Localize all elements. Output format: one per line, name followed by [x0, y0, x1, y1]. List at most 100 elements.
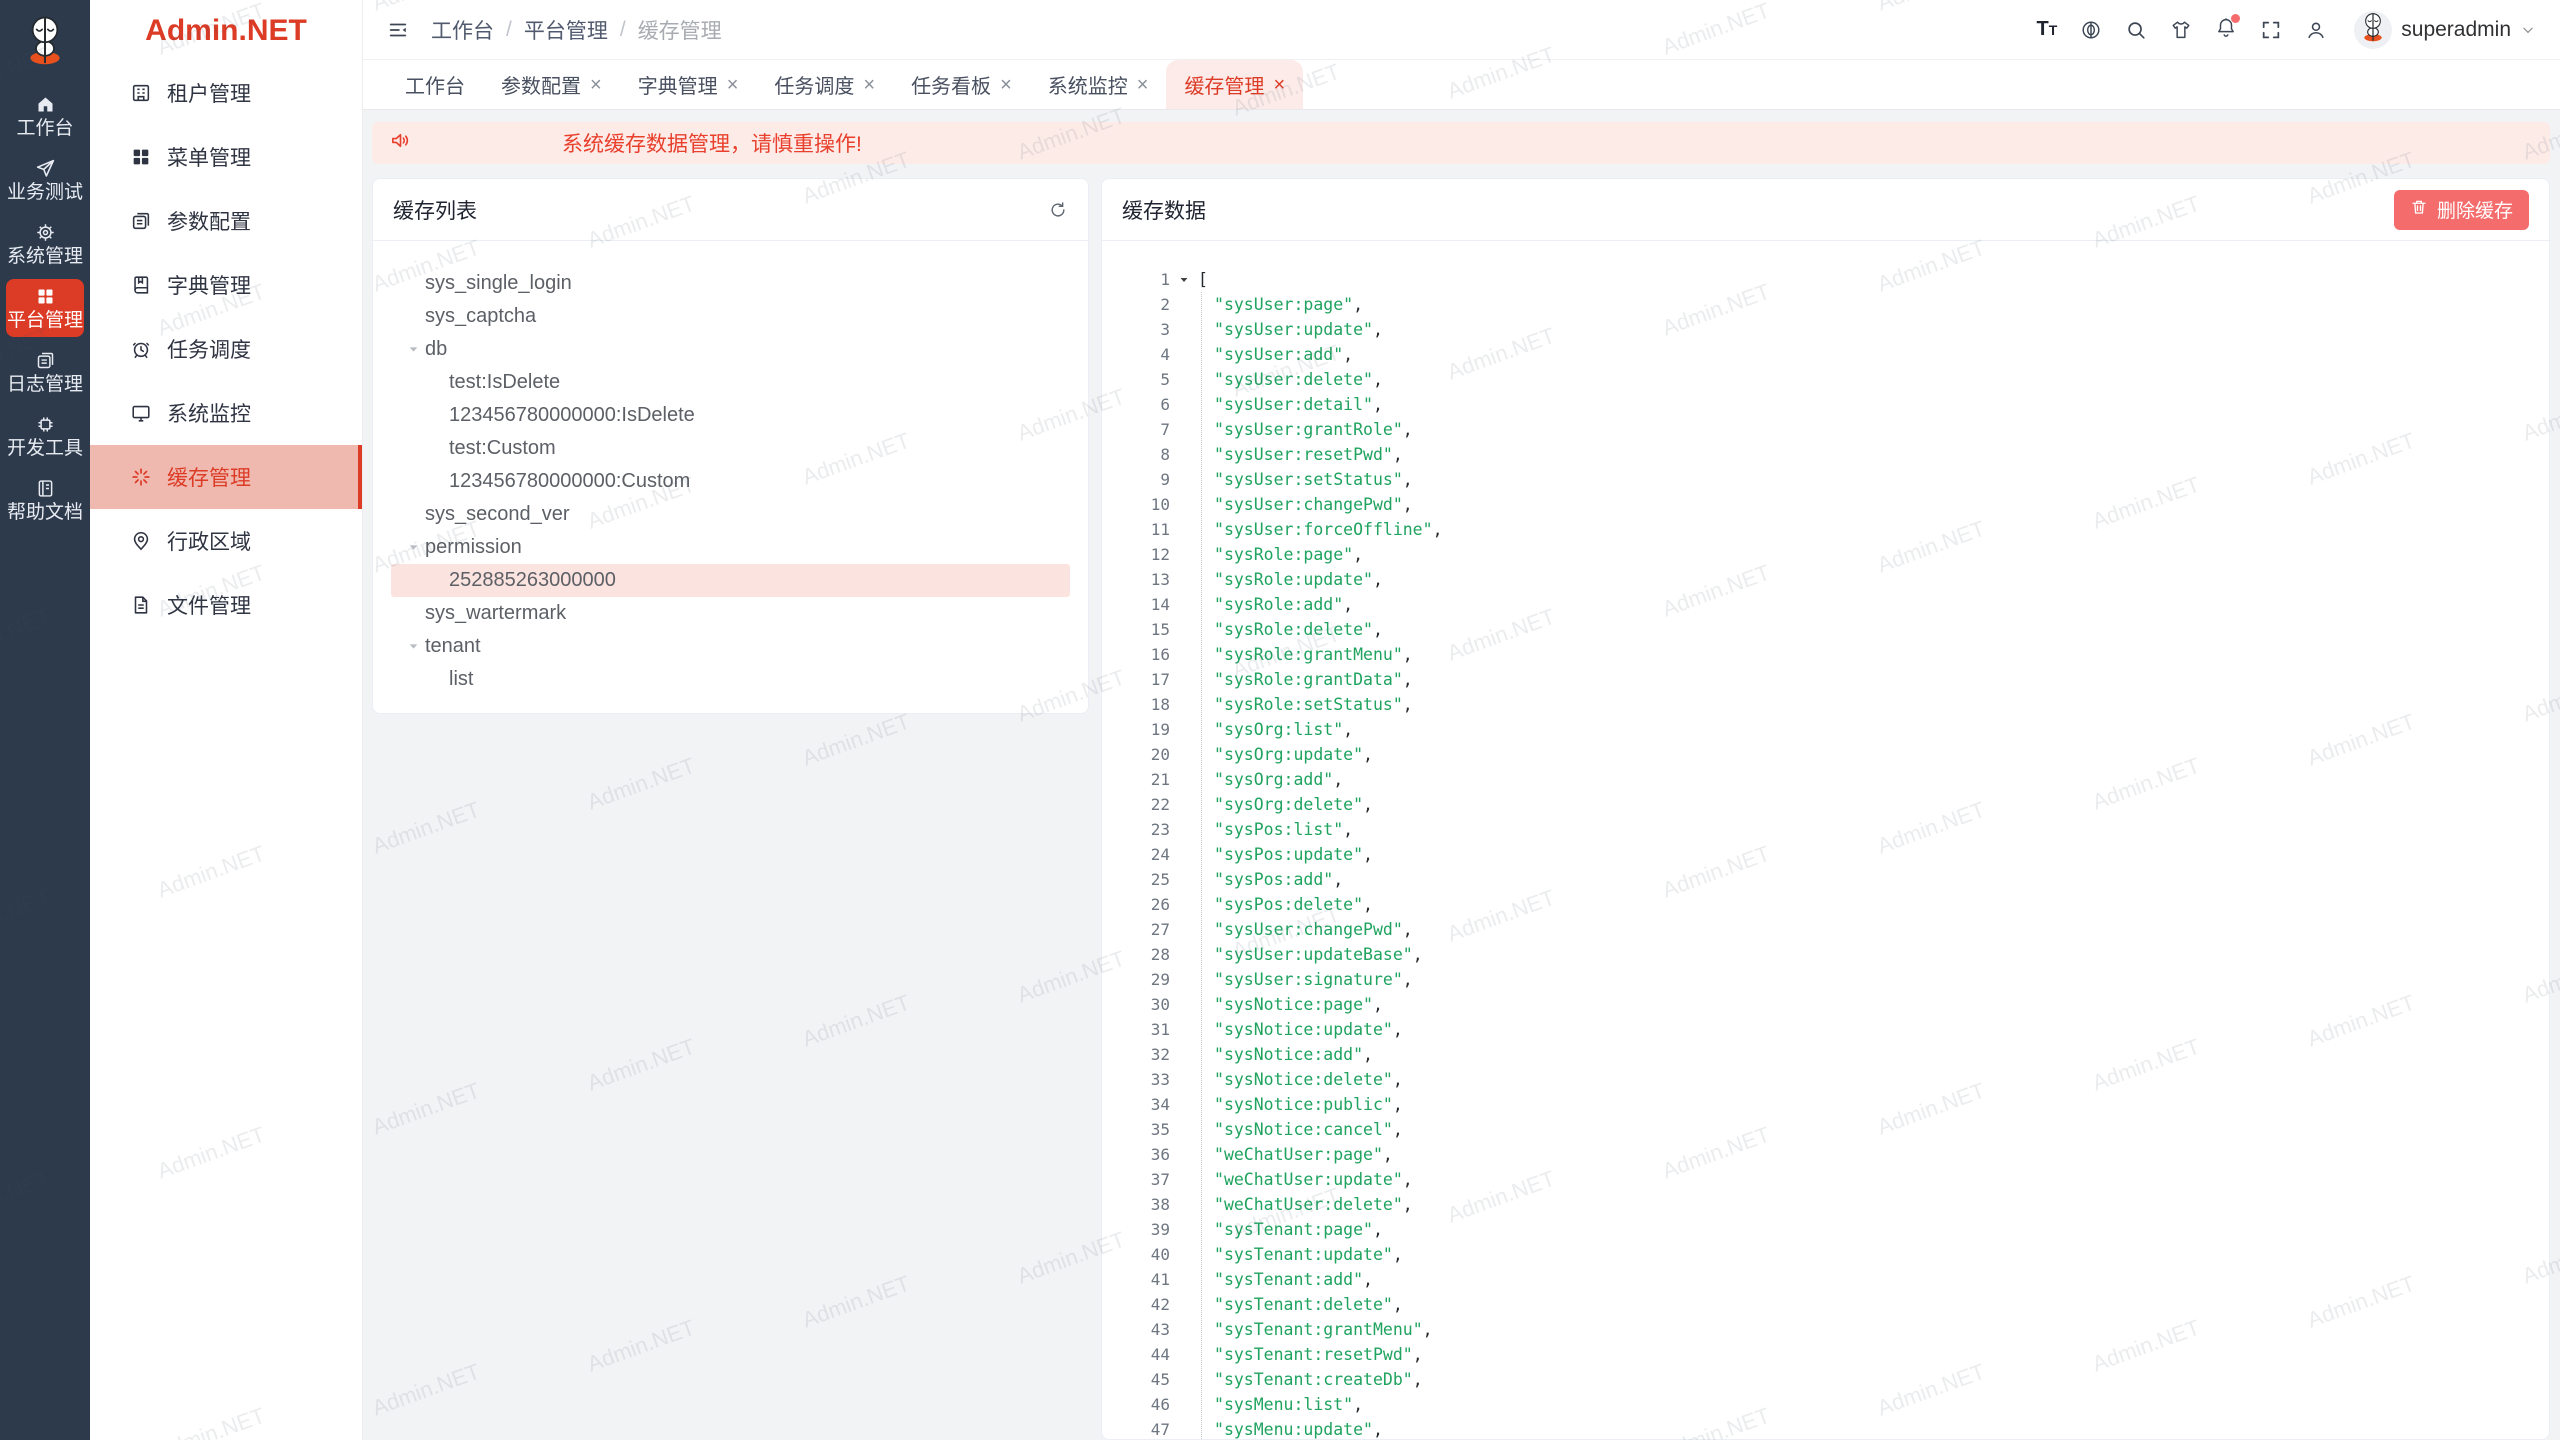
- code-line: 31sysNotice:update: [1114, 1017, 2549, 1042]
- caret-down-icon[interactable]: [401, 541, 425, 554]
- secondary-sidebar-item-7[interactable]: 缓存管理: [90, 445, 362, 509]
- fold-gutter: [1170, 1017, 1198, 1042]
- primary-sidebar-item-3[interactable]: 系统管理: [6, 215, 84, 273]
- search-icon[interactable]: [2125, 19, 2147, 41]
- tab-close-icon[interactable]: ×: [863, 75, 875, 95]
- secondary-sidebar-item-4[interactable]: 字典管理: [90, 253, 362, 317]
- notification-badge: [2231, 14, 2240, 23]
- primary-sidebar-item-5[interactable]: 日志管理: [6, 343, 84, 401]
- code-text: sysRole:update: [1198, 567, 1383, 592]
- monitor-icon: [130, 402, 152, 424]
- secondary-sidebar-item-5[interactable]: 任务调度: [90, 317, 362, 381]
- line-number: 5: [1114, 367, 1170, 392]
- code-line: 44sysTenant:resetPwd: [1114, 1342, 2549, 1367]
- primary-sidebar-item-2[interactable]: 业务测试: [6, 151, 84, 209]
- tree-node[interactable]: permission: [391, 531, 1070, 564]
- code-text: sysNotice:update: [1198, 1017, 1403, 1042]
- code-line: 24sysPos:update: [1114, 842, 2549, 867]
- code-line: 21sysOrg:add: [1114, 767, 2549, 792]
- line-number: 36: [1114, 1142, 1170, 1167]
- code-line: 32sysNotice:add: [1114, 1042, 2549, 1067]
- fullscreen-icon[interactable]: [2260, 19, 2282, 41]
- line-number: 39: [1114, 1217, 1170, 1242]
- code-string: sysUser:forceOffline: [1214, 520, 1433, 539]
- app-logo[interactable]: [0, 0, 90, 84]
- tree-node[interactable]: 123456780000000:Custom: [391, 465, 1070, 498]
- font-size-button[interactable]: TT: [2036, 18, 2057, 41]
- secondary-sidebar-item-8[interactable]: 行政区域: [90, 509, 362, 573]
- code-text: sysPos:list: [1198, 817, 1353, 842]
- line-number: 13: [1114, 567, 1170, 592]
- code-text: sysUser:changePwd: [1198, 917, 1413, 942]
- primary-sidebar-item-7[interactable]: 帮助文档: [6, 471, 84, 529]
- primary-sidebar-item-1[interactable]: 工作台: [6, 87, 84, 145]
- breadcrumb-item-1[interactable]: 工作台: [431, 15, 494, 45]
- tab-close-icon[interactable]: ×: [727, 75, 739, 95]
- breadcrumb-item-2[interactable]: 平台管理: [524, 15, 608, 45]
- tab-close-icon[interactable]: ×: [1273, 75, 1285, 95]
- code-text: sysMenu:update: [1198, 1417, 1383, 1439]
- tab-7[interactable]: 缓存管理×: [1166, 60, 1303, 109]
- line-number: 24: [1114, 842, 1170, 867]
- tree-node[interactable]: sys_single_login: [391, 267, 1070, 300]
- tree-node[interactable]: db: [391, 333, 1070, 366]
- tab-close-icon[interactable]: ×: [1137, 75, 1149, 95]
- secondary-sidebar-item-6[interactable]: 系统监控: [90, 381, 362, 445]
- notification-button[interactable]: [2215, 16, 2237, 43]
- tree-node[interactable]: sys_second_ver: [391, 498, 1070, 531]
- user-menu[interactable]: superadmin: [2354, 11, 2536, 49]
- language-icon[interactable]: [2080, 19, 2102, 41]
- tab-6[interactable]: 系统监控×: [1030, 60, 1167, 109]
- secondary-sidebar-item-1[interactable]: 租户管理: [90, 61, 362, 125]
- tab-5[interactable]: 任务看板×: [893, 60, 1030, 109]
- fold-gutter: [1170, 792, 1198, 817]
- tab-close-icon[interactable]: ×: [1000, 75, 1012, 95]
- code-string: sysTenant:resetPwd: [1214, 1345, 1413, 1364]
- line-number: 32: [1114, 1042, 1170, 1067]
- code-string: sysRole:grantMenu: [1214, 645, 1403, 664]
- primary-sidebar-item-6[interactable]: 开发工具: [6, 407, 84, 465]
- caret-down-icon[interactable]: [401, 343, 425, 356]
- tab-label: 参数配置: [501, 70, 581, 99]
- fold-gutter: [1170, 842, 1198, 867]
- code-string: sysRole:update: [1214, 570, 1373, 589]
- line-number: 3: [1114, 317, 1170, 342]
- profile-icon[interactable]: [2305, 19, 2327, 41]
- tree-node[interactable]: 123456780000000:IsDelete: [391, 399, 1070, 432]
- line-number: 17: [1114, 667, 1170, 692]
- tab-4[interactable]: 任务调度×: [756, 60, 893, 109]
- fold-gutter: [1170, 417, 1198, 442]
- delete-cache-button[interactable]: 删除缓存: [2394, 190, 2529, 230]
- secondary-sidebar-item-2[interactable]: 菜单管理: [90, 125, 362, 189]
- tree-node[interactable]: list: [391, 663, 1070, 696]
- tab-1[interactable]: 工作台: [387, 60, 483, 109]
- code-text: sysTenant:grantMenu: [1198, 1317, 1433, 1342]
- secondary-sidebar-item-9[interactable]: 文件管理: [90, 573, 362, 637]
- code-string: sysTenant:createDb: [1214, 1370, 1413, 1389]
- page-content: 系统缓存数据管理，请慎重操作! 缓存列表 sys_single_loginsys…: [363, 110, 2560, 1440]
- caret-down-icon[interactable]: [401, 640, 425, 653]
- tree-node[interactable]: test:IsDelete: [391, 366, 1070, 399]
- fold-gutter: [1170, 1292, 1198, 1317]
- copy-icon: [35, 350, 56, 371]
- delete-cache-label: 删除缓存: [2437, 196, 2513, 223]
- fold-caret-icon[interactable]: [1170, 267, 1198, 292]
- tree-node[interactable]: tenant: [391, 630, 1070, 663]
- code-editor[interactable]: 1[2sysUser:page3sysUser:update4sysUser:a…: [1102, 241, 2549, 1439]
- breadcrumb-item-3: 缓存管理: [638, 15, 722, 45]
- tree-node[interactable]: 252885263000000: [391, 564, 1070, 597]
- line-number: 10: [1114, 492, 1170, 517]
- tree-node[interactable]: sys_captcha: [391, 300, 1070, 333]
- code-string: sysUser:update: [1214, 320, 1373, 339]
- collapse-sidebar-icon[interactable]: [387, 19, 409, 41]
- tab-2[interactable]: 参数配置 ×: [483, 60, 620, 109]
- tab-close-icon[interactable]: ×: [590, 75, 602, 95]
- refresh-icon[interactable]: [1048, 200, 1068, 220]
- tree-node[interactable]: test:Custom: [391, 432, 1070, 465]
- theme-icon[interactable]: [2170, 19, 2192, 41]
- primary-sidebar-item-4[interactable]: 平台管理: [6, 279, 84, 337]
- secondary-sidebar-item-3[interactable]: 参数配置: [90, 189, 362, 253]
- tree-node[interactable]: sys_wartermark: [391, 597, 1070, 630]
- tree-node-label: sys_wartermark: [425, 602, 566, 625]
- tab-3[interactable]: 字典管理×: [620, 60, 757, 109]
